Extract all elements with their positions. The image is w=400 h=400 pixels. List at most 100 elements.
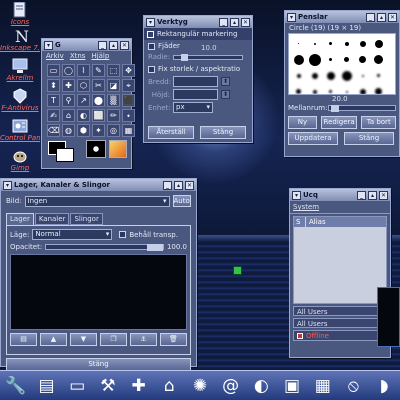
desktop-icon-icons[interactable]: Icons	[0, 2, 40, 26]
background-color-swatch[interactable]	[56, 148, 74, 162]
brush-item[interactable]	[372, 37, 385, 50]
opacity-slider[interactable]	[45, 244, 164, 251]
feather-checkbox[interactable]	[148, 42, 155, 50]
group-all-users-2[interactable]: All Users	[293, 318, 387, 328]
radius-slider[interactable]: 10.0	[173, 44, 243, 62]
tool-button-24[interactable]: ⌫	[47, 124, 60, 137]
width-field[interactable]	[173, 76, 218, 87]
brushes-titlebar[interactable]: ▾ Penslar _ ▴ ✕	[285, 11, 399, 23]
brush-item[interactable]	[308, 53, 321, 66]
tool-button-27[interactable]: ✦	[92, 124, 105, 137]
delete-brush-button[interactable]: Ta bort	[361, 116, 396, 129]
maximize-icon[interactable]: ▴	[230, 17, 239, 27]
maximize-icon[interactable]: ▴	[377, 12, 386, 22]
display-icon[interactable]: ▦	[310, 373, 336, 399]
tab-lager[interactable]: Lager	[6, 213, 34, 225]
speaker-icon[interactable]: ◗	[371, 373, 397, 399]
close-icon[interactable]: ✕	[379, 190, 388, 200]
maximize-icon[interactable]: ▴	[109, 40, 118, 50]
users-titlebar[interactable]: ▾ Ucq _ ▴ ✕	[290, 189, 390, 201]
tab-slingor[interactable]: Slingor	[70, 213, 103, 225]
tool-button-17[interactable]: ⬛	[122, 94, 135, 107]
tool-button-26[interactable]: ⬢	[77, 124, 90, 137]
brush-item[interactable]	[292, 53, 305, 66]
new-brush-button[interactable]: Ny	[288, 116, 317, 129]
tool-button-19[interactable]: ⌂	[62, 109, 75, 122]
delete-layer-icon[interactable]: 🗑	[160, 333, 187, 346]
brush-item[interactable]	[308, 37, 321, 50]
brush-item[interactable]	[292, 69, 305, 82]
tools-icon[interactable]: ⚒	[95, 373, 121, 399]
tool-button-20[interactable]: ◐	[77, 109, 90, 122]
fixed-row[interactable]: Fix storlek / aspektratio	[148, 65, 248, 73]
brush-item[interactable]	[324, 69, 337, 82]
tool-button-7[interactable]: ✚	[62, 79, 75, 92]
brush-item[interactable]	[308, 85, 321, 94]
minimize-icon[interactable]: _	[163, 180, 172, 190]
calendar-icon[interactable]: ▤	[34, 373, 60, 399]
brush-item[interactable]	[340, 53, 353, 66]
spacing-slider-handle[interactable]	[331, 105, 339, 112]
tool-button-29[interactable]: ▦	[122, 124, 135, 137]
lower-layer-icon[interactable]: ▼	[70, 333, 97, 346]
keep-transparency-checkbox[interactable]	[119, 231, 127, 238]
new-layer-icon[interactable]: ▤	[10, 333, 37, 346]
brush-preview[interactable]	[86, 140, 106, 158]
tool-options-titlebar[interactable]: ▾ Verktyg _ ▴ ✕	[144, 16, 252, 28]
window-menu-icon[interactable]: ▾	[146, 17, 155, 27]
tool-button-12[interactable]: T	[47, 94, 60, 107]
unit-select[interactable]: px ▾	[173, 102, 213, 113]
brush-item[interactable]	[340, 37, 353, 50]
column-s[interactable]: S	[294, 217, 306, 227]
tool-button-10[interactable]: ◪	[107, 79, 120, 92]
gradient-preview[interactable]	[109, 140, 127, 158]
group-all-users-1[interactable]: All Users	[293, 306, 387, 316]
tab-kanaler[interactable]: Kanaler	[34, 213, 70, 225]
raise-layer-icon[interactable]: ▲	[40, 333, 67, 346]
add-icon[interactable]: ✚	[126, 373, 152, 399]
feather-row[interactable]: Fjäder	[148, 42, 248, 50]
layers-titlebar[interactable]: ▾ Lager, Kanaler & Slingor _ ▴ ✕	[1, 179, 196, 191]
tool-button-8[interactable]: ⬡	[77, 79, 90, 92]
tool-button-6[interactable]: ⬍	[47, 79, 60, 92]
tray-green-icon[interactable]	[233, 266, 242, 275]
menu-xtns[interactable]: Xtns	[70, 52, 86, 60]
desktop-icon-control-panel[interactable]: Control Panel	[0, 118, 40, 142]
window-menu-icon[interactable]: ▾	[287, 12, 296, 22]
brush-item[interactable]	[356, 37, 369, 50]
anchor-layer-icon[interactable]: ⚓	[130, 333, 157, 346]
maximize-icon[interactable]: ▴	[368, 190, 377, 200]
tool-button-25[interactable]: ◍	[62, 124, 75, 137]
tool-button-2[interactable]: ⌇	[77, 64, 90, 77]
restore-button[interactable]: Återställ	[148, 126, 194, 139]
tool-button-21[interactable]: ⬜	[92, 109, 105, 122]
window-menu-icon[interactable]: ▾	[3, 180, 12, 190]
menu-arkiv[interactable]: Arkiv	[46, 52, 64, 60]
desktop-icon-akrellm[interactable]: Akrellm	[0, 58, 40, 82]
package-icon[interactable]: ▣	[279, 373, 305, 399]
toolbox-titlebar[interactable]: ▾ G _ ▴ ✕	[42, 39, 131, 51]
close-icon[interactable]: ✕	[388, 12, 397, 22]
maximize-icon[interactable]: ▴	[174, 180, 183, 190]
minimize-icon[interactable]: _	[366, 12, 375, 22]
menu-system[interactable]: System	[293, 203, 319, 211]
brush-item[interactable]	[372, 53, 385, 66]
brush-item[interactable]	[308, 69, 321, 82]
refresh-button[interactable]: Uppdatera	[288, 132, 338, 145]
tool-button-9[interactable]: ✂	[92, 79, 105, 92]
tool-button-3[interactable]: ✎	[92, 64, 105, 77]
auto-button[interactable]: Auto	[172, 195, 191, 207]
close-icon[interactable]: ✕	[241, 17, 250, 27]
window-menu-icon[interactable]: ▾	[292, 190, 301, 200]
window-icon[interactable]: ▭	[64, 373, 90, 399]
mode-select[interactable]: Normal ▾	[32, 229, 113, 240]
minimize-icon[interactable]: _	[357, 190, 366, 200]
opacity-slider-handle[interactable]	[146, 244, 163, 251]
brush-item[interactable]	[340, 85, 353, 94]
wrench-icon[interactable]: 🔧	[3, 373, 29, 399]
fixed-size-checkbox[interactable]	[148, 65, 155, 73]
brush-item[interactable]	[324, 53, 337, 66]
desktop-icon-inkscape[interactable]: N Inkscape 7.0	[0, 28, 40, 52]
home-icon[interactable]: ⌂	[156, 373, 182, 399]
image-select[interactable]: Ingen ▾	[24, 195, 170, 207]
